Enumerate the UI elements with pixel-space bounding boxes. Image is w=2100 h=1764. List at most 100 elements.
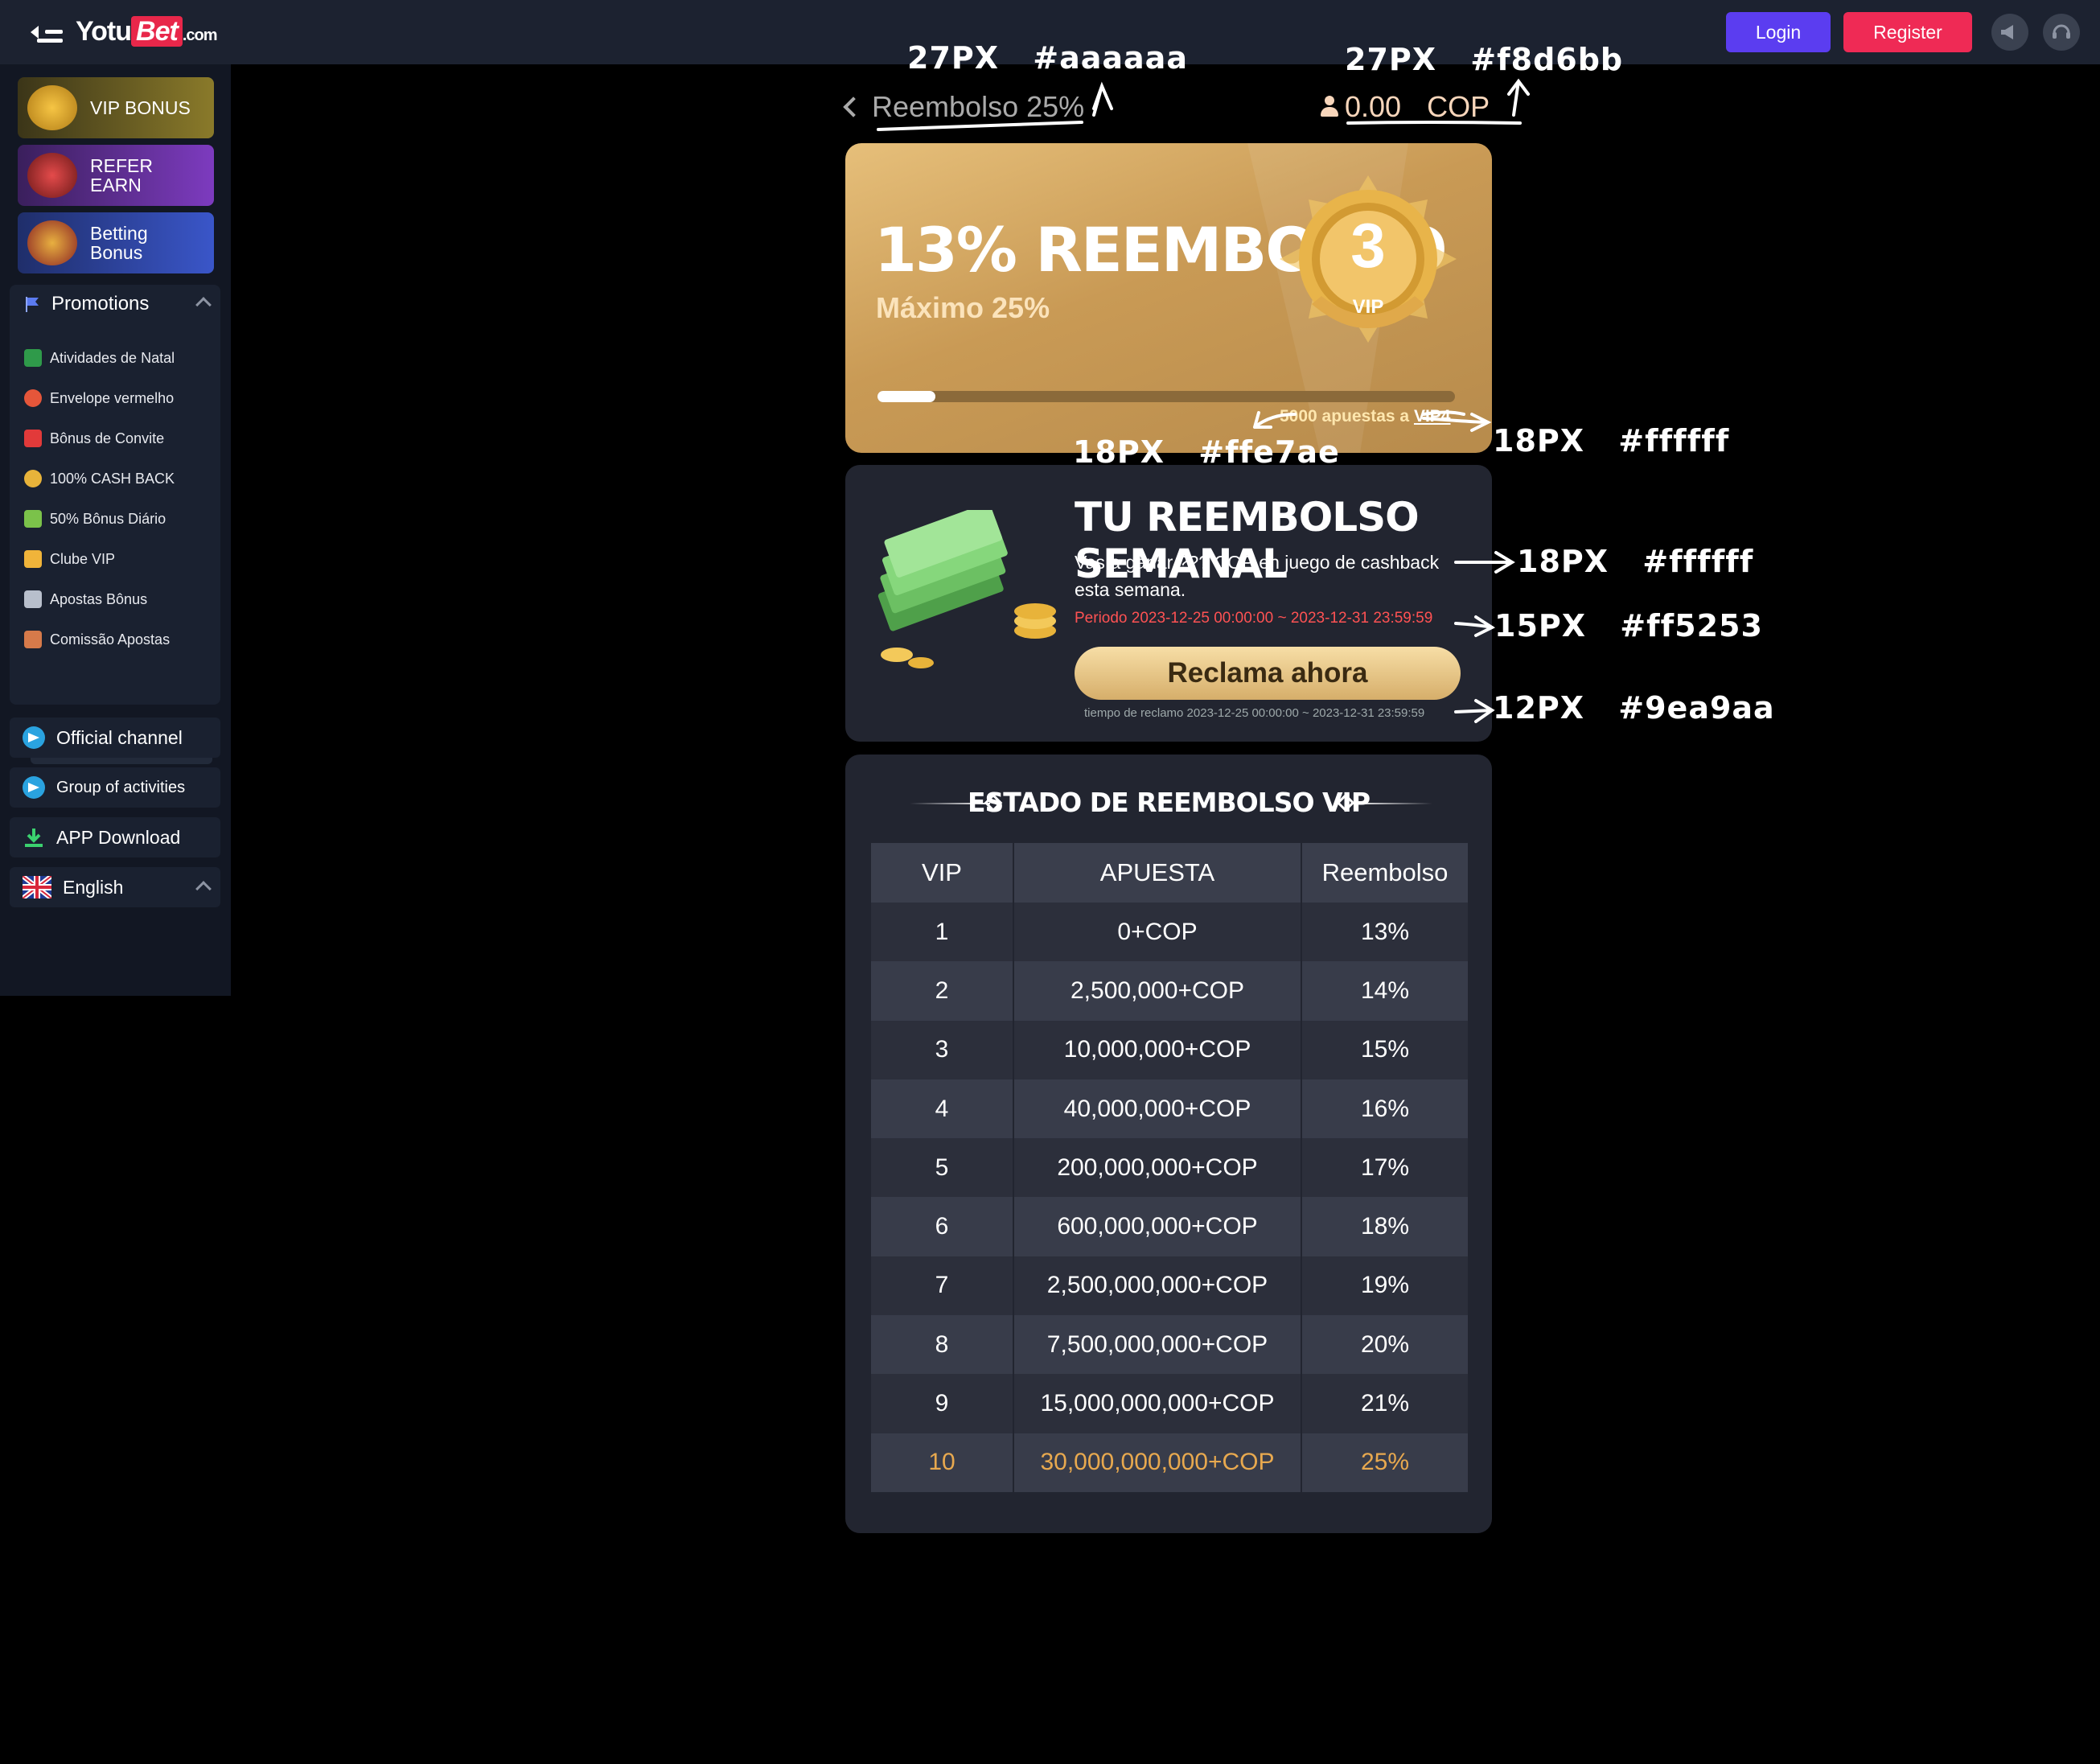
page-root: Yotu Bet .com Login Register VIP BONUS REF… xyxy=(0,0,2100,1764)
app-download-button[interactable]: APP Download xyxy=(10,817,220,857)
cell-bet: 2,500,000,000+COP xyxy=(1014,1256,1302,1316)
annotation-text: #ffe7ae xyxy=(1198,434,1340,470)
cell-vip: 1 xyxy=(871,903,1014,962)
table-row: 6 600,000,000+COP 18% xyxy=(871,1197,1468,1256)
promo-item-label: Apostas Bônus xyxy=(50,590,148,607)
chevron-up-icon xyxy=(195,881,212,897)
annotation-text: 12PX xyxy=(1493,690,1585,726)
cell-cashback: 18% xyxy=(1302,1197,1468,1256)
column-header-cashback: Reembolso xyxy=(1302,843,1468,903)
treasure-pot-icon xyxy=(27,220,77,265)
flag-icon xyxy=(26,297,39,312)
annotation-text: 27PX xyxy=(907,40,1000,76)
column-header-bet: APUESTA xyxy=(1014,843,1302,903)
annotation-text: 15PX xyxy=(1494,608,1587,644)
promo-item-label: 100% CASH BACK xyxy=(50,470,175,487)
refer-earn-tile[interactable]: REFER EARN xyxy=(18,145,214,206)
megaphone-icon[interactable] xyxy=(1991,14,2028,51)
annotation-text: #ff5253 xyxy=(1620,608,1763,644)
official-channel-button[interactable]: Official channel xyxy=(10,718,220,758)
table-row: 9 15,000,000,000+COP 21% xyxy=(871,1374,1468,1433)
group-activities-button[interactable]: Group of activities xyxy=(10,767,220,808)
promo-item-vip-club[interactable]: Clube VIP xyxy=(24,550,115,568)
vip-bonus-label: VIP BONUS xyxy=(90,97,191,118)
cell-bet: 10,000,000+COP xyxy=(1014,1020,1302,1079)
cell-cashback: 19% xyxy=(1302,1256,1468,1316)
cell-vip: 7 xyxy=(871,1256,1014,1316)
chips-icon xyxy=(27,153,77,198)
cell-bet: 30,000,000,000+COP xyxy=(1014,1433,1302,1492)
crown-icon xyxy=(27,85,77,130)
login-button[interactable]: Login xyxy=(1726,12,1831,52)
promo-item-bet-bonus[interactable]: Apostas Bônus xyxy=(24,590,147,608)
promotions-panel: Promotions Atividades de Natal Envelope … xyxy=(10,285,220,764)
cell-cashback: 13% xyxy=(1302,903,1468,962)
logo-yotu: Yotu xyxy=(76,16,132,47)
cell-cashback: 16% xyxy=(1302,1079,1468,1139)
cell-vip: 10 xyxy=(871,1433,1014,1492)
promotions-header[interactable]: Promotions xyxy=(24,293,149,315)
app-download-label: APP Download xyxy=(56,826,181,848)
cell-bet: 40,000,000+COP xyxy=(1014,1079,1302,1139)
promo-item-label: Envelope vermelho xyxy=(50,389,175,406)
coin-icon xyxy=(24,470,42,487)
betting-bonus-label: Betting Bonus xyxy=(90,223,148,263)
uk-flag-icon xyxy=(23,876,51,898)
annotation-text: #9ea9aa xyxy=(1618,690,1775,726)
cell-bet: 200,000,000+COP xyxy=(1014,1138,1302,1198)
support-headset-icon[interactable] xyxy=(2043,14,2080,51)
telegram-icon xyxy=(23,776,45,799)
logo-text: Yotu Bet .com xyxy=(76,16,217,47)
annotation-back-size: 27PX #aaaaaa xyxy=(907,40,1188,76)
promo-item-cashback[interactable]: 100% CASH BACK xyxy=(24,470,175,487)
cell-bet: 0+COP xyxy=(1014,903,1302,962)
language-selector[interactable]: English xyxy=(10,867,220,907)
cell-bet: 600,000,000+COP xyxy=(1014,1197,1302,1256)
promo-item-label: Atividades de Natal xyxy=(50,349,175,366)
promo-item-commission[interactable]: Comissão Apostas xyxy=(24,631,170,648)
gamepad-icon xyxy=(24,590,42,608)
promotions-title: Promotions xyxy=(51,293,150,315)
cell-cashback: 25% xyxy=(1302,1433,1468,1492)
language-label: English xyxy=(63,876,124,898)
telegram-icon xyxy=(23,726,45,749)
betting-bonus-tile[interactable]: Betting Bonus xyxy=(18,212,214,273)
gift-icon xyxy=(24,349,42,367)
promo-item-invite[interactable]: Bônus de Convite xyxy=(24,430,164,447)
annotation-vip4-size: 18PX #ffffff xyxy=(1493,423,1729,458)
table-row: 1 0+COP 13% xyxy=(871,903,1468,962)
official-channel-label: Official channel xyxy=(56,726,183,748)
cell-bet: 2,500,000+COP xyxy=(1014,961,1302,1021)
promo-item-red-envelope[interactable]: Envelope vermelho xyxy=(24,389,174,407)
logo[interactable]: Yotu Bet .com xyxy=(31,16,217,47)
red-envelope-icon xyxy=(24,389,42,407)
cell-cashback: 20% xyxy=(1302,1315,1468,1375)
cell-vip: 6 xyxy=(871,1197,1014,1256)
cell-vip: 9 xyxy=(871,1374,1014,1433)
annotation-claim-size: 12PX #9ea9aa xyxy=(1493,690,1775,726)
cell-vip: 8 xyxy=(871,1315,1014,1375)
promo-item-daily-bonus[interactable]: 50% Bônus Diário xyxy=(24,510,166,528)
annotation-progress-size: 18PX #ffe7ae xyxy=(1073,434,1340,470)
cell-cashback: 17% xyxy=(1302,1138,1468,1198)
commission-icon xyxy=(24,631,42,648)
title-ornament-right xyxy=(1352,803,1432,804)
column-header-vip: VIP xyxy=(871,843,1014,903)
annotation-balance-size: 27PX #f8d6bb xyxy=(1345,42,1623,77)
table-row: 8 7,500,000,000+COP 20% xyxy=(871,1315,1468,1375)
download-icon xyxy=(25,829,43,847)
promo-item-label: Bônus de Convite xyxy=(50,430,165,446)
annotation-text: #ffffff xyxy=(1642,544,1754,579)
promo-item-christmas[interactable]: Atividades de Natal xyxy=(24,349,175,367)
logo-com: .com xyxy=(182,27,218,44)
annotation-text: #f8d6bb xyxy=(1470,42,1624,77)
logo-bet: Bet xyxy=(131,16,183,47)
menu-collapse-icon[interactable] xyxy=(31,18,64,47)
vip-bonus-tile[interactable]: VIP BONUS xyxy=(18,77,214,138)
cell-cashback: 21% xyxy=(1302,1374,1468,1433)
crown-small-icon xyxy=(24,550,42,568)
group-activities-label: Group of activities xyxy=(56,778,186,796)
chevron-up-icon[interactable] xyxy=(195,297,212,313)
table-row: 4 40,000,000+COP 16% xyxy=(871,1079,1468,1139)
register-button[interactable]: Register xyxy=(1843,12,1972,52)
